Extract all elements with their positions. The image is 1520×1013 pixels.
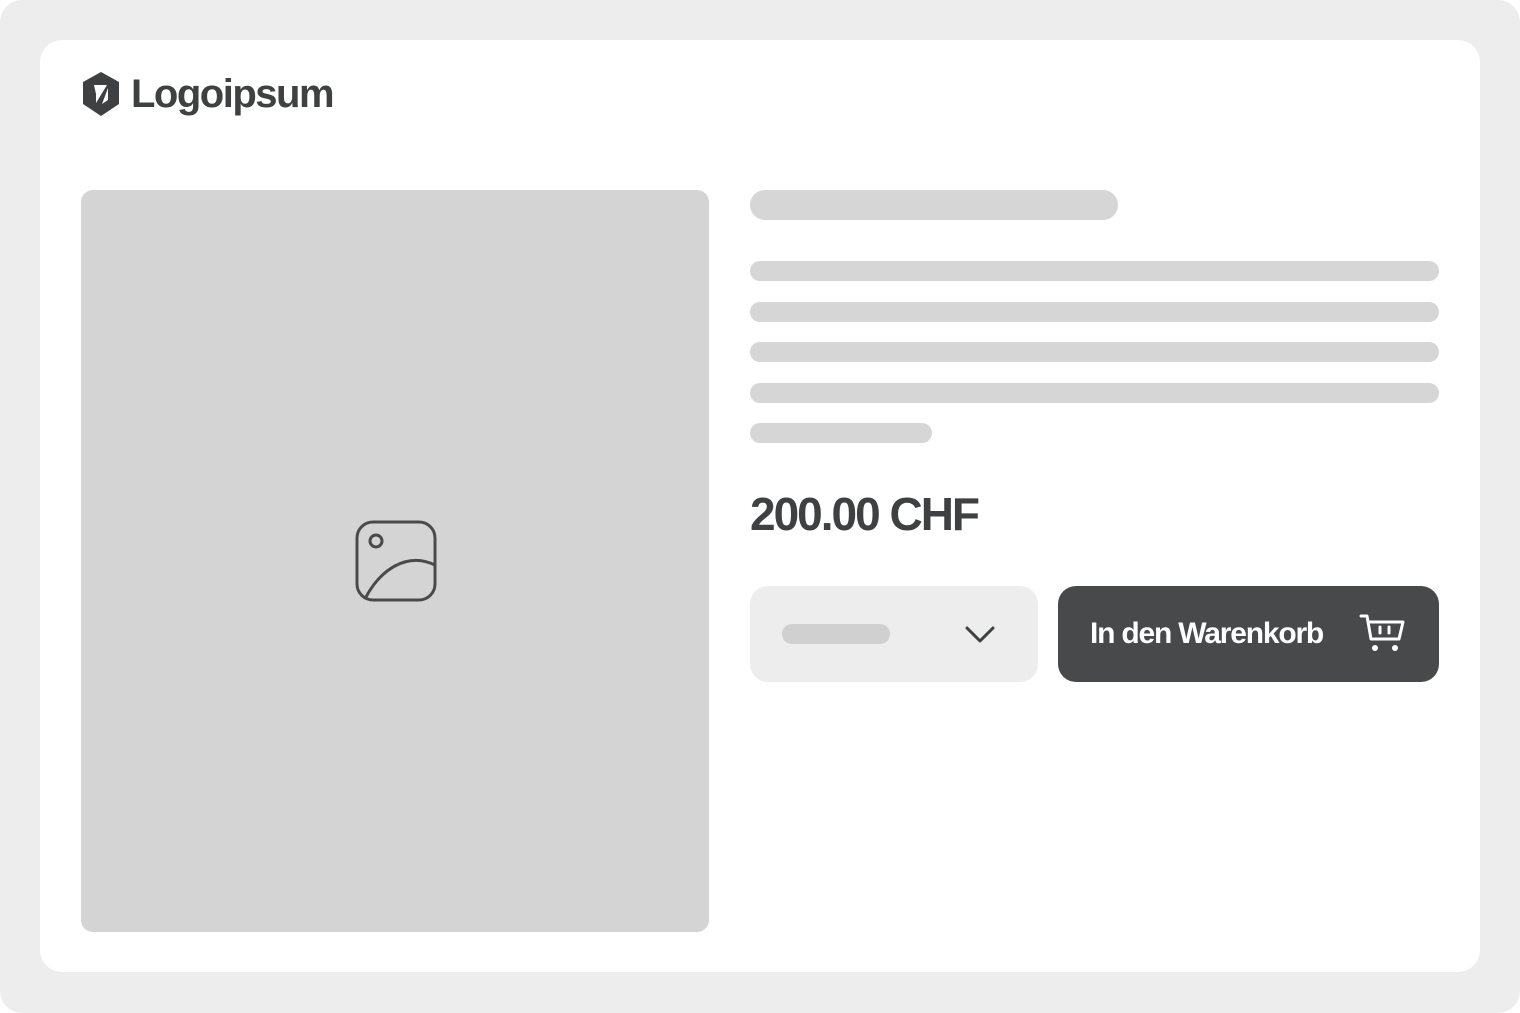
page-frame: Logoipsum 200.00 CHF In den Warenkorb	[0, 0, 1520, 1013]
add-to-cart-label: In den Warenkorb	[1090, 617, 1324, 650]
image-placeholder-icon	[355, 520, 437, 602]
product-card: Logoipsum 200.00 CHF In den Warenkorb	[40, 40, 1480, 972]
product-title-skeleton	[750, 190, 1118, 220]
product-image-placeholder	[81, 190, 709, 932]
logo-text: Logoipsum	[131, 72, 335, 116]
description-line-skeleton	[750, 302, 1439, 322]
product-price: 200.00 CHF	[750, 488, 980, 540]
chevron-down-icon	[965, 626, 995, 643]
select-value-skeleton	[782, 624, 890, 644]
add-to-cart-button[interactable]: In den Warenkorb	[1058, 586, 1439, 682]
variant-select[interactable]	[750, 586, 1038, 682]
shopping-cart-icon	[1359, 614, 1405, 651]
description-line-skeleton	[750, 342, 1439, 362]
logo-mark-icon	[83, 72, 119, 116]
description-line-skeleton	[750, 383, 1439, 403]
logo[interactable]: Logoipsum	[80, 68, 335, 120]
description-line-skeleton-short	[750, 423, 932, 443]
description-line-skeleton	[750, 261, 1439, 281]
